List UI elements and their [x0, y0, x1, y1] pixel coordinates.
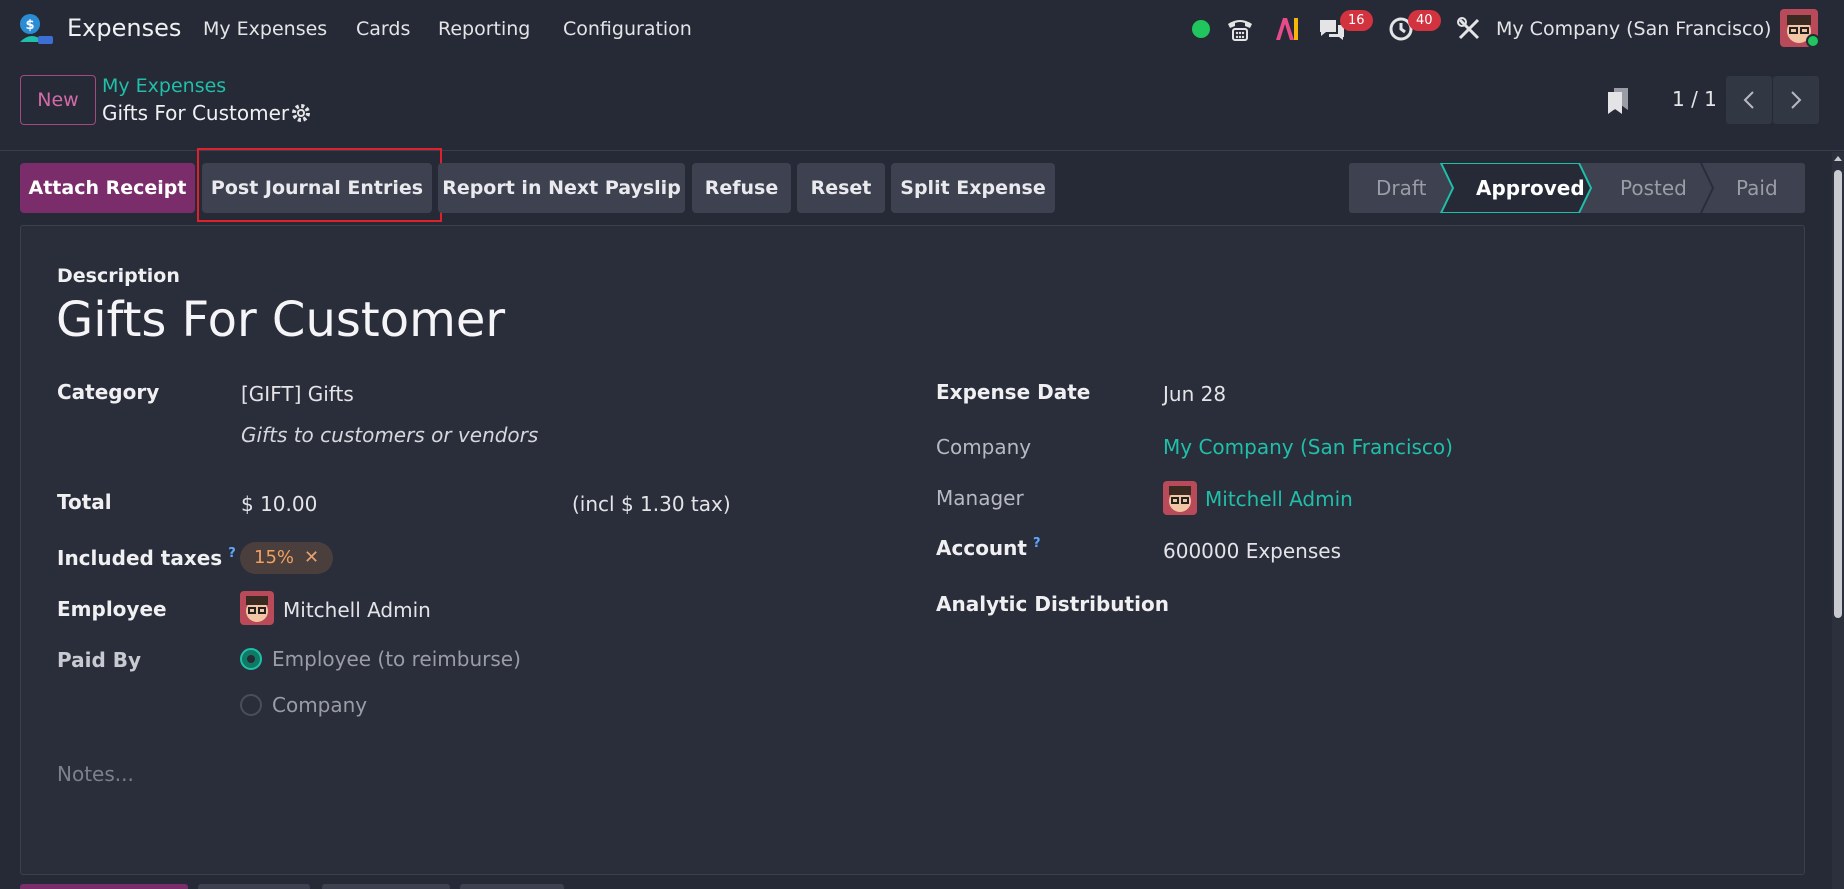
account-label: Account? — [936, 536, 1041, 560]
menu-cards[interactable]: Cards — [356, 18, 410, 40]
svg-text:$: $ — [25, 18, 34, 33]
menu-my-expenses[interactable]: My Expenses — [203, 18, 327, 40]
expense-date-label: Expense Date — [936, 380, 1091, 404]
company-label: Company — [936, 435, 1032, 459]
pager-next-button[interactable] — [1773, 76, 1819, 124]
pager-previous-button[interactable] — [1726, 76, 1772, 124]
reset-button[interactable]: Reset — [797, 163, 885, 213]
pager-value[interactable]: 1 / 1 — [1672, 87, 1717, 111]
bookmark-icon[interactable] — [1606, 86, 1630, 114]
radio-company-label[interactable]: Company — [272, 693, 367, 717]
employee-field[interactable]: Mitchell Admin — [283, 598, 431, 622]
radio-employee[interactable] — [240, 648, 262, 670]
analytic-distribution-field[interactable] — [1163, 590, 1723, 618]
manager-field[interactable]: Mitchell Admin — [1205, 487, 1353, 511]
tax-tag: 15% ✕ — [240, 542, 334, 574]
new-button[interactable]: New — [20, 75, 96, 125]
paid-by-label: Paid By — [57, 648, 142, 672]
account-help-icon[interactable]: ? — [1033, 536, 1041, 551]
refuse-button[interactable]: Refuse — [692, 163, 791, 213]
split-expense-button[interactable]: Split Expense — [891, 163, 1055, 213]
total-field[interactable]: $ 10.00 — [241, 492, 317, 516]
category-label: Category — [57, 380, 160, 404]
description-label: Description — [57, 265, 180, 287]
expenses-app-icon[interactable]: $ — [18, 12, 54, 46]
breadcrumb-my-expenses[interactable]: My Expenses — [102, 75, 226, 97]
manager-label: Manager — [936, 486, 1024, 510]
presence-status-icon — [1192, 20, 1210, 38]
expense-date-field[interactable]: Jun 28 — [1163, 382, 1226, 406]
user-online-indicator — [1806, 34, 1820, 48]
activities-badge: 40 — [1408, 10, 1441, 31]
menu-reporting[interactable]: Reporting — [438, 18, 530, 40]
total-tax-text: (incl $ 1.30 tax) — [572, 492, 731, 516]
included-taxes-label: Included taxes? — [57, 546, 236, 570]
analytic-distribution-label: Analytic Distribution — [936, 592, 1169, 616]
control-panel: New My Expenses Gifts For Customer 1 / 1 — [0, 58, 1844, 151]
notes-field[interactable]: Notes... — [57, 762, 134, 786]
chevron-left-icon — [1743, 91, 1754, 109]
company-field[interactable]: My Company (San Francisco) — [1163, 435, 1453, 459]
total-label: Total — [57, 490, 112, 514]
menu-configuration[interactable]: Configuration — [563, 18, 692, 40]
taxes-help-icon[interactable]: ? — [228, 546, 236, 561]
phone-icon[interactable] — [1226, 16, 1254, 42]
report-next-payslip-button[interactable]: Report in Next Payslip — [438, 163, 685, 213]
status-draft[interactable]: Draft — [1376, 163, 1426, 213]
chatter-button-partial[interactable] — [198, 884, 310, 889]
breadcrumb-current: Gifts For Customer — [102, 101, 290, 125]
chatter-button-partial[interactable] — [460, 884, 564, 889]
remove-tag-icon[interactable]: ✕ — [304, 547, 319, 568]
scrollbar-thumb[interactable] — [1834, 170, 1842, 618]
category-field[interactable]: [GIFT] Gifts — [241, 382, 354, 406]
chatter-button-partial[interactable] — [20, 884, 188, 889]
status-approved[interactable]: Approved — [1476, 163, 1585, 213]
gear-icon[interactable] — [290, 102, 312, 124]
status-posted[interactable]: Posted — [1620, 163, 1687, 213]
category-description: Gifts to customers or vendors — [241, 423, 539, 447]
app-name[interactable]: Expenses — [67, 14, 181, 42]
expense-title[interactable]: Gifts For Customer — [56, 292, 505, 348]
scroll-up-arrow-icon[interactable] — [1834, 154, 1842, 162]
company-switcher[interactable]: My Company (San Francisco) — [1496, 18, 1771, 40]
ai-icon[interactable] — [1274, 16, 1300, 42]
employee-label: Employee — [57, 597, 167, 621]
employee-avatar — [240, 591, 274, 625]
manager-avatar — [1163, 481, 1197, 515]
chevron-right-icon — [1791, 91, 1802, 109]
radio-employee-label[interactable]: Employee (to reimburse) — [272, 647, 521, 671]
radio-company[interactable] — [240, 694, 262, 716]
top-navbar: $ Expenses My Expenses Cards Reporting C… — [0, 0, 1844, 58]
highlight-box — [197, 148, 442, 222]
status-paid[interactable]: Paid — [1736, 163, 1778, 213]
tax-tag-label: 15% — [254, 547, 295, 568]
account-field[interactable]: 600000 Expenses — [1163, 539, 1341, 563]
attach-receipt-button[interactable]: Attach Receipt — [20, 163, 195, 213]
messages-badge: 16 — [1340, 10, 1373, 31]
tools-icon[interactable] — [1456, 16, 1482, 42]
chatter-button-partial[interactable] — [322, 884, 450, 889]
